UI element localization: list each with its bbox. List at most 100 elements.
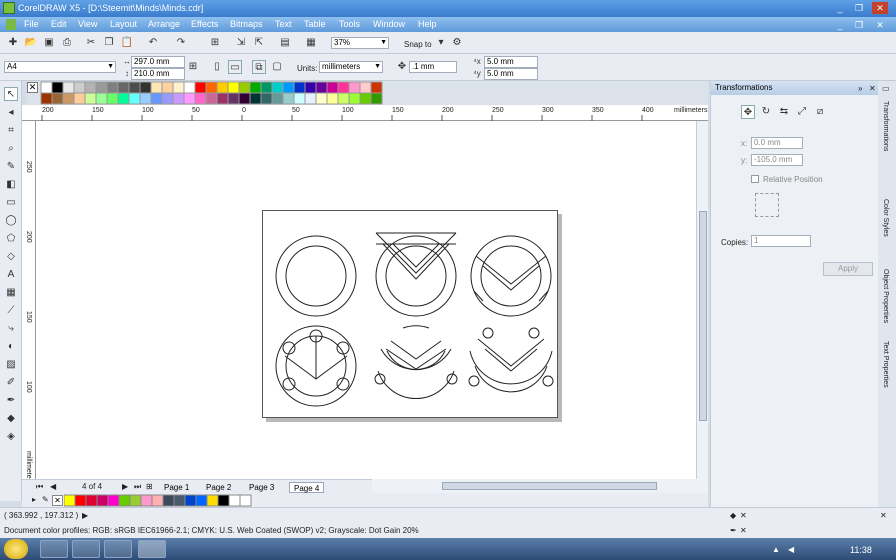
tab-page-3[interactable]: Page 3 bbox=[245, 482, 278, 493]
duplicate-x-field[interactable]: 5.0 mm bbox=[484, 56, 538, 68]
copies-field[interactable]: 1 bbox=[751, 235, 811, 247]
redo-icon[interactable]: ↷ bbox=[174, 36, 188, 50]
chevron-down-icon[interactable]: ▼ bbox=[380, 38, 387, 48]
tab-color-styles[interactable]: Color Styles bbox=[882, 199, 889, 237]
doc-color-swatch[interactable] bbox=[129, 494, 142, 507]
status-close-icon[interactable]: ✕ bbox=[880, 511, 887, 520]
docker-close-icon[interactable]: ✕ bbox=[869, 84, 876, 93]
open-icon[interactable]: 📂 bbox=[24, 36, 38, 50]
taskbar-coreldraw[interactable] bbox=[138, 540, 166, 558]
menu-help[interactable]: Help bbox=[418, 19, 437, 29]
taskbar-chrome[interactable] bbox=[72, 540, 100, 558]
transparency-tool-icon[interactable]: ▨ bbox=[4, 358, 18, 372]
zoom-tool-icon[interactable]: ⌕ bbox=[4, 142, 18, 156]
color-swatch[interactable] bbox=[271, 81, 284, 94]
zoom-levels-field[interactable]: 37% ▼ bbox=[331, 37, 389, 49]
crop-tool-icon[interactable]: ⌗ bbox=[4, 124, 18, 138]
horizontal-scrollbar[interactable] bbox=[372, 479, 708, 493]
outline-pen-icon[interactable]: ✒ bbox=[4, 394, 18, 408]
drawing-canvas[interactable] bbox=[36, 121, 696, 479]
page-width-field[interactable]: 297.0 mm bbox=[131, 56, 185, 68]
doc-color-swatch[interactable] bbox=[228, 494, 241, 507]
menu-layout[interactable]: Layout bbox=[110, 19, 137, 29]
menu-edit[interactable]: Edit bbox=[51, 19, 67, 29]
paper-size-select[interactable]: A4 ▼ bbox=[4, 61, 116, 73]
color-swatch[interactable] bbox=[359, 81, 372, 94]
pick-tool-icon[interactable]: ↖ bbox=[4, 87, 18, 101]
units-select[interactable]: millimeters ▼ bbox=[319, 61, 383, 73]
rectangle-tool-icon[interactable]: ▭ bbox=[4, 196, 18, 210]
color-swatch[interactable] bbox=[73, 81, 86, 94]
export-icon[interactable]: ⇱ bbox=[252, 36, 266, 50]
tab-text-properties[interactable]: Text Properties bbox=[882, 341, 889, 388]
color-swatch[interactable] bbox=[161, 81, 174, 94]
relative-position-checkbox[interactable] bbox=[751, 175, 759, 183]
color-swatch[interactable] bbox=[139, 81, 152, 94]
page-height-field[interactable]: 210.0 mm bbox=[131, 68, 185, 80]
color-swatch[interactable] bbox=[304, 92, 317, 105]
color-swatch[interactable] bbox=[150, 92, 163, 105]
taskbar-notepad[interactable] bbox=[104, 540, 132, 558]
print-icon[interactable]: ⎙ bbox=[60, 36, 74, 50]
clock[interactable]: 11:38 bbox=[850, 545, 872, 555]
doc-color-swatch[interactable] bbox=[239, 494, 252, 507]
color-swatch[interactable] bbox=[62, 92, 75, 105]
welcome-screen-icon[interactable]: ▦ bbox=[304, 36, 318, 50]
doc-restore-icon[interactable]: ❐ bbox=[851, 19, 867, 31]
color-swatch[interactable] bbox=[370, 92, 383, 105]
shape-tool-icon[interactable]: ◂ bbox=[4, 106, 18, 120]
color-swatch[interactable] bbox=[348, 81, 361, 94]
restore-icon[interactable]: ❐ bbox=[851, 2, 867, 14]
chevron-down-icon[interactable]: ▼ bbox=[374, 62, 381, 72]
color-swatch[interactable] bbox=[260, 92, 273, 105]
vertical-ruler[interactable]: 250 200 150 100 millimeters bbox=[22, 121, 36, 484]
smart-fill-icon[interactable]: ◧ bbox=[4, 178, 18, 192]
rotate-icon[interactable]: ↻ bbox=[759, 105, 773, 119]
apply-button[interactable]: Apply bbox=[823, 262, 873, 276]
color-swatch[interactable] bbox=[326, 81, 339, 94]
color-swatch[interactable] bbox=[172, 92, 185, 105]
doc-close-icon[interactable]: ✕ bbox=[872, 19, 888, 31]
color-swatch[interactable] bbox=[194, 92, 207, 105]
coreldraw-app-icon[interactable] bbox=[3, 2, 15, 14]
interactive-fill-icon[interactable]: ◈ bbox=[4, 430, 18, 444]
color-swatch[interactable] bbox=[194, 81, 207, 94]
document-icon[interactable] bbox=[6, 19, 16, 30]
application-launcher-icon[interactable]: ▤ bbox=[278, 36, 292, 50]
color-swatch[interactable] bbox=[216, 92, 229, 105]
doc-color-swatch[interactable] bbox=[217, 494, 230, 507]
menu-effects[interactable]: Effects bbox=[191, 19, 218, 29]
nudge-distance-field[interactable]: .1 mm bbox=[409, 61, 457, 73]
color-swatch[interactable] bbox=[84, 81, 97, 94]
page-4[interactable] bbox=[262, 210, 558, 418]
options-icon[interactable]: ⚙ bbox=[450, 36, 464, 50]
last-page-icon[interactable]: ⏭ bbox=[134, 482, 141, 492]
color-swatch[interactable] bbox=[172, 81, 185, 94]
prev-page-icon[interactable]: ◀ bbox=[50, 482, 56, 491]
menu-text[interactable]: Text bbox=[275, 19, 292, 29]
document-swatches[interactable] bbox=[64, 493, 364, 507]
x-position-field[interactable]: 0.0 mm bbox=[751, 137, 803, 149]
palette-swatches[interactable] bbox=[27, 81, 708, 105]
search-content-icon[interactable]: ⊞ bbox=[208, 36, 222, 50]
color-swatch[interactable] bbox=[183, 92, 196, 105]
vertical-scrollbar[interactable] bbox=[696, 121, 708, 479]
menu-view[interactable]: View bbox=[78, 19, 97, 29]
new-icon[interactable]: ✚ bbox=[6, 36, 20, 50]
color-swatch[interactable] bbox=[249, 81, 262, 94]
first-page-icon[interactable]: ⏮ bbox=[36, 482, 43, 492]
menu-bitmaps[interactable]: Bitmaps bbox=[230, 19, 263, 29]
color-swatch[interactable] bbox=[216, 81, 229, 94]
color-swatch[interactable] bbox=[293, 81, 306, 94]
color-swatch[interactable] bbox=[282, 81, 295, 94]
tab-page-1[interactable]: Page 1 bbox=[160, 482, 193, 493]
y-position-field[interactable]: -105.0 mm bbox=[751, 154, 803, 166]
color-swatch[interactable] bbox=[304, 81, 317, 94]
color-swatch[interactable] bbox=[260, 81, 273, 94]
color-swatch[interactable] bbox=[359, 92, 372, 105]
table-tool-icon[interactable]: ▦ bbox=[4, 286, 18, 300]
doc-minimize-icon[interactable]: _ bbox=[832, 19, 848, 31]
color-swatch[interactable] bbox=[337, 81, 350, 94]
horizontal-ruler[interactable]: 200 150 100 50 0 50 100 150 200 250 300 … bbox=[22, 105, 708, 121]
tab-transformations[interactable]: Transformations bbox=[882, 101, 889, 151]
